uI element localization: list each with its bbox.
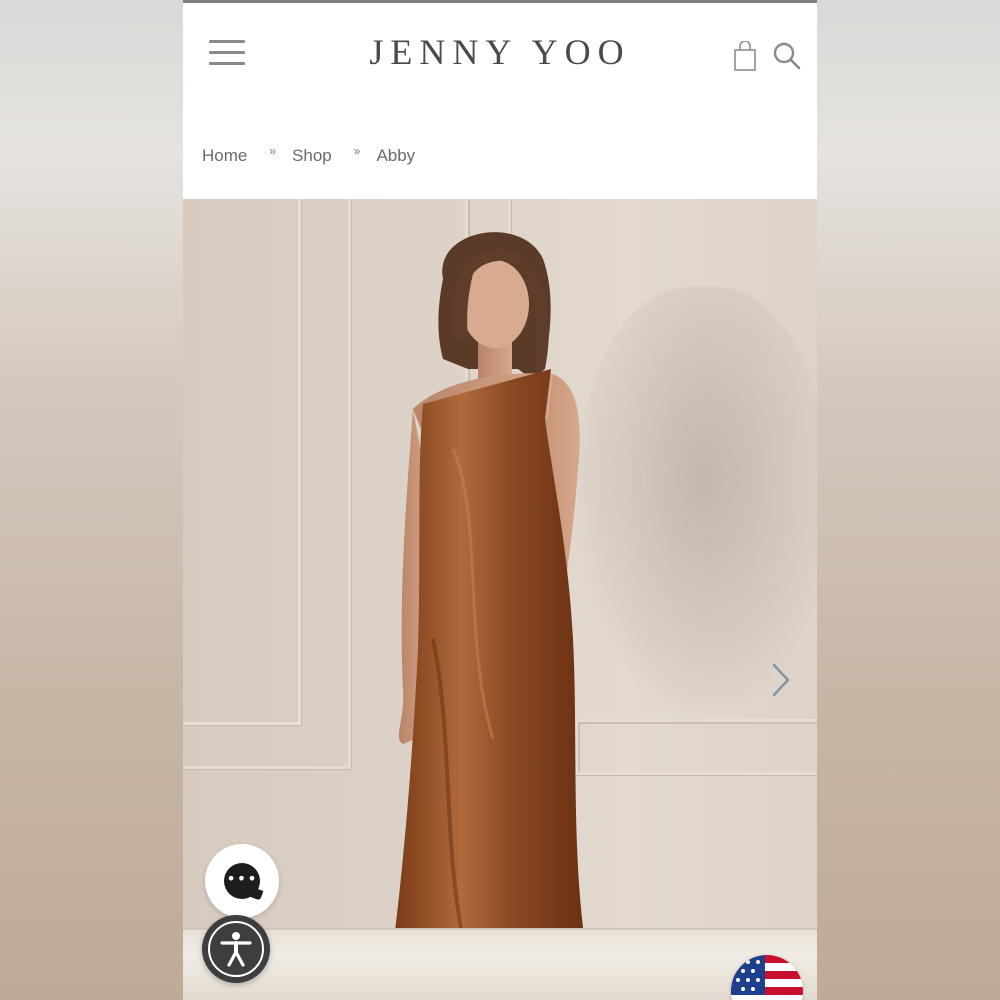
breadcrumb-home[interactable]: Home <box>202 146 247 166</box>
product-image[interactable]: ••• <box>183 199 817 1000</box>
breadcrumb-separator: » <box>353 144 361 158</box>
mobile-page: JENNY YOO Home » Shop » Abby ••• <box>183 0 817 1000</box>
site-header: JENNY YOO <box>183 3 817 113</box>
accessibility-icon <box>208 921 264 977</box>
accessibility-button[interactable] <box>202 915 270 983</box>
chat-dots: ••• <box>226 868 258 888</box>
chat-button[interactable]: ••• <box>205 844 279 918</box>
chevron-right-icon[interactable] <box>768 661 794 699</box>
breadcrumb-separator: » <box>269 144 277 158</box>
shopping-bag-icon[interactable] <box>734 41 756 71</box>
model-figure <box>395 232 585 1000</box>
baseboard <box>183 928 817 1000</box>
wall-panel <box>183 199 351 769</box>
backdrop-right <box>817 0 1000 1000</box>
backdrop-left <box>0 0 183 1000</box>
breadcrumb: Home » Shop » Abby <box>202 144 416 166</box>
chat-bubble-icon: ••• <box>224 863 260 899</box>
breadcrumb-current: Abby <box>376 146 416 165</box>
search-icon[interactable] <box>772 41 802 71</box>
breadcrumb-shop[interactable]: Shop <box>292 146 332 166</box>
brand-logo[interactable]: JENNY YOO <box>183 31 817 73</box>
